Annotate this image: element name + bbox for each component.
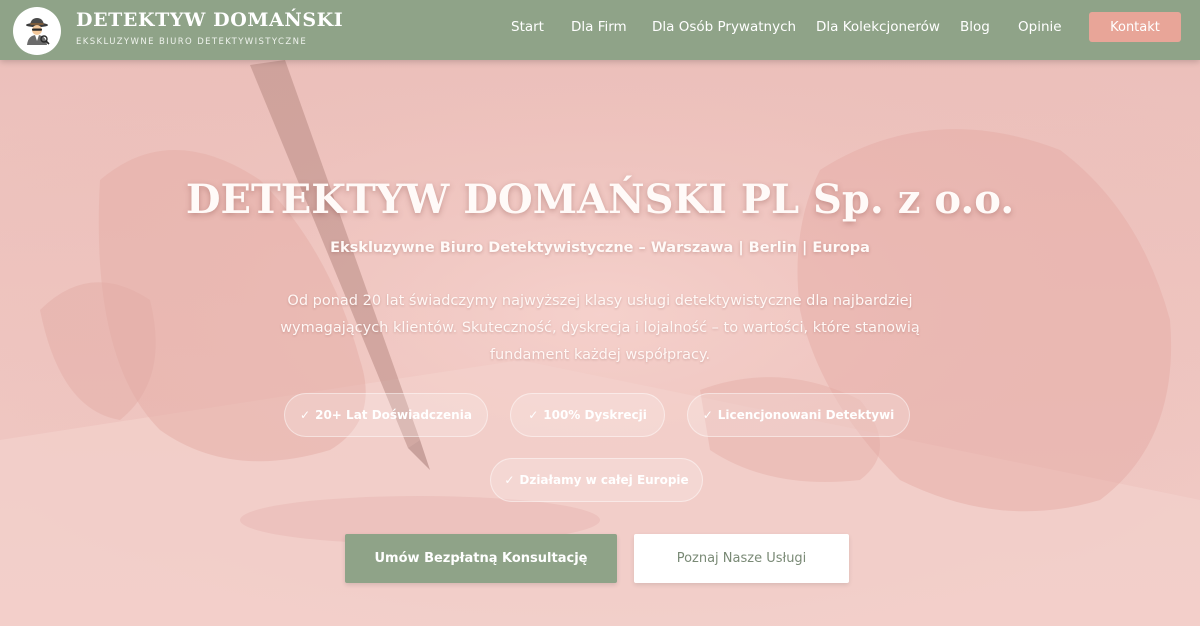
badge-discretion: ✓ 100% Dyskrecji xyxy=(510,393,665,437)
nav-opinie[interactable]: Opinie xyxy=(1018,19,1062,35)
nav-dla-kolekcjonerow[interactable]: Dla Kolekcjonerów xyxy=(816,19,940,35)
nav-dla-osob-prywatnych[interactable]: Dla Osób Prywatnych xyxy=(652,19,796,35)
check-icon: ✓ xyxy=(300,408,311,422)
services-button[interactable]: Poznaj Nasze Usługi xyxy=(634,534,849,583)
badge-licensed: ✓ Licencjonowani Detektywi xyxy=(687,393,910,437)
badge-label: 20+ Lat Doświadczenia xyxy=(315,408,472,422)
logo[interactable] xyxy=(13,7,61,55)
badge-label: 100% Dyskrecji xyxy=(543,408,647,422)
check-icon: ✓ xyxy=(702,408,713,422)
consultation-button[interactable]: Umów Bezpłatną Konsultację xyxy=(345,534,617,583)
check-icon: ✓ xyxy=(528,408,539,422)
badge-europe: ✓ Działamy w całej Europie xyxy=(490,458,703,502)
detective-icon xyxy=(26,18,50,45)
hero-subtitle: Ekskluzywne Biuro Detektywistyczne – War… xyxy=(330,240,870,256)
hero-section: DETEKTYW DOMAŃSKI PL Sp. z o.o. Ekskluzy… xyxy=(0,60,1200,626)
contact-button[interactable]: Kontakt xyxy=(1089,12,1181,42)
hero-title: DETEKTYW DOMAŃSKI PL Sp. z o.o. xyxy=(185,176,1015,223)
check-icon: ✓ xyxy=(504,473,515,487)
badge-label: Działamy w całej Europie xyxy=(519,473,689,487)
nav-start[interactable]: Start xyxy=(511,19,544,35)
nav-dla-firm[interactable]: Dla Firm xyxy=(571,19,627,35)
badge-experience: ✓ 20+ Lat Doświadczenia xyxy=(284,393,488,437)
brand-subtitle: EKSKLUZYWNE BIURO DETEKTYWISTYCZNE xyxy=(76,37,308,47)
nav-blog[interactable]: Blog xyxy=(960,19,990,35)
hero-description: Od ponad 20 lat świadczymy najwyższej kl… xyxy=(280,293,920,363)
brand-title[interactable]: DETEKTYW DOMAŃSKI xyxy=(76,9,343,31)
badge-label: Licencjonowani Detektywi xyxy=(717,408,895,422)
site-header: DETEKTYW DOMAŃSKI EKSKLUZYWNE BIURO DETE… xyxy=(0,0,1200,60)
